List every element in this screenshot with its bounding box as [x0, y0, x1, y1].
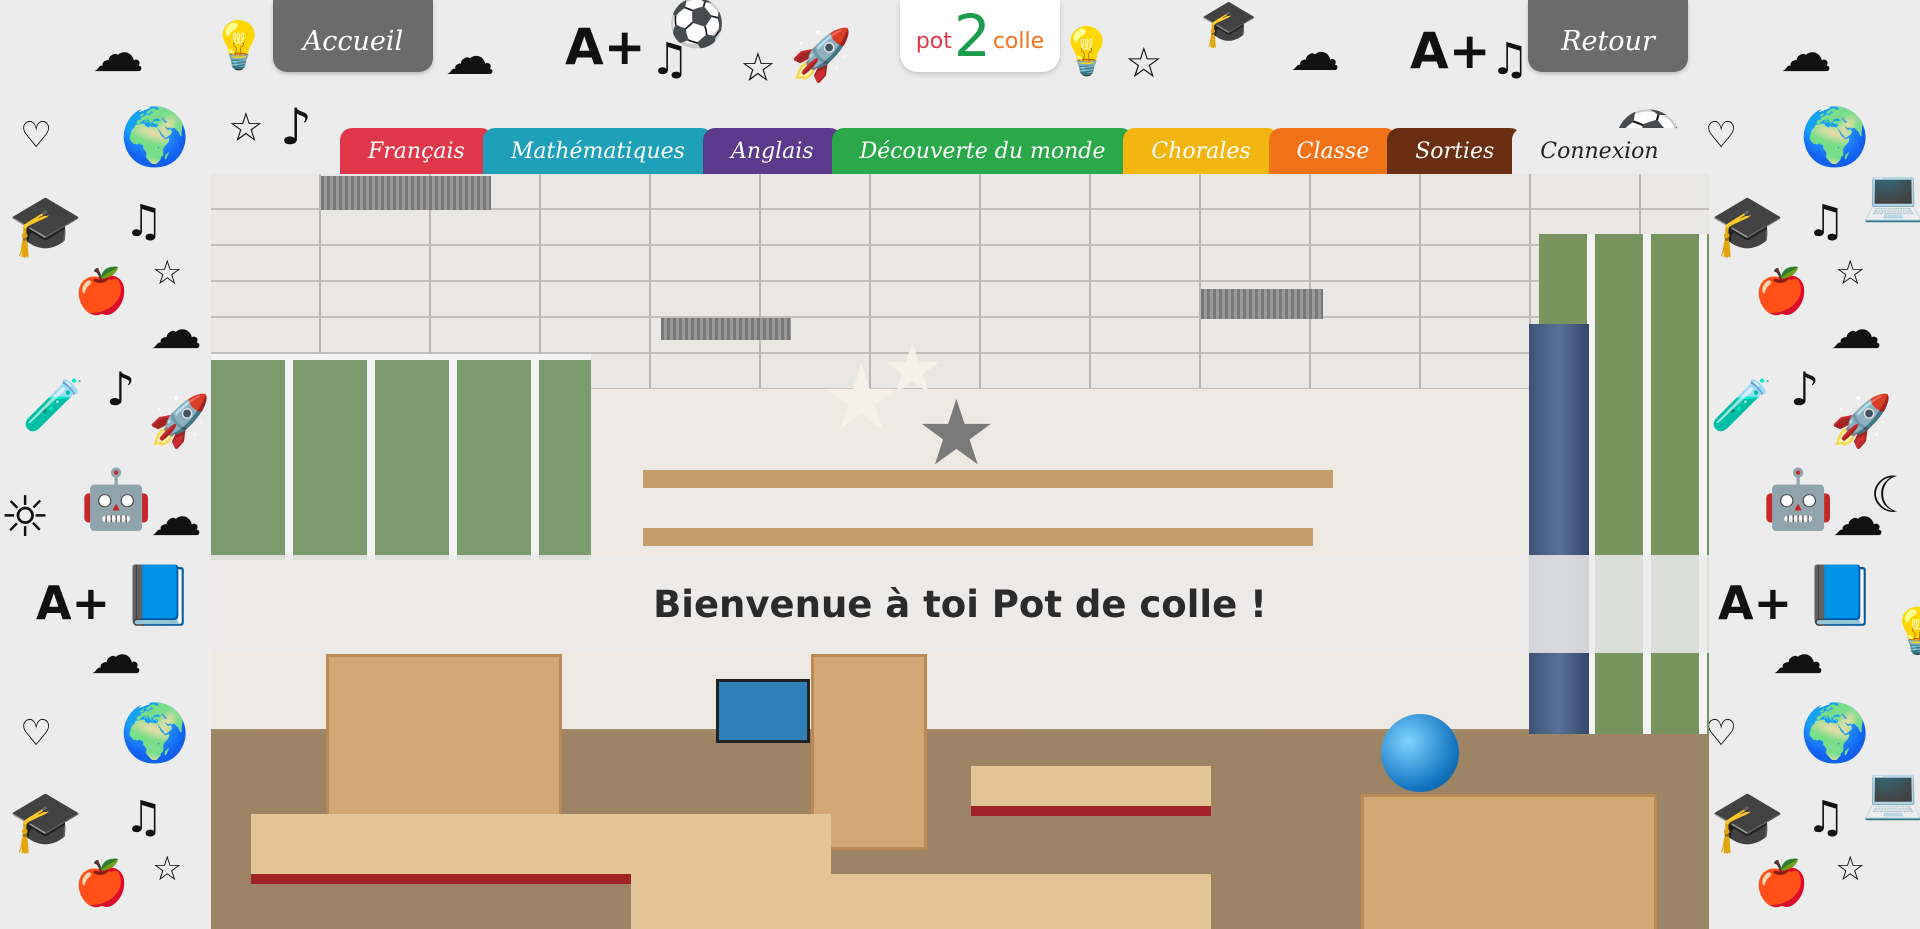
star-icon: ☆: [1835, 849, 1866, 889]
welcome-banner: Bienvenue à toi Pot de colle !: [211, 555, 1709, 653]
paper-star-icon: ★: [916, 381, 997, 486]
book-icon: 📘: [122, 561, 195, 629]
cloud-icon: ☁: [92, 24, 144, 84]
robot-icon: 🤖: [1762, 465, 1835, 533]
cloud-icon: ☁: [445, 28, 495, 86]
graduation-cap-icon: 🎓: [1710, 787, 1785, 857]
back-button[interactable]: Retour: [1528, 0, 1688, 72]
sun-icon: ☼: [0, 485, 51, 550]
tab-chorales[interactable]: Chorales: [1123, 128, 1279, 174]
star-icon: ☆: [152, 253, 183, 293]
star-icon: ☆: [1835, 253, 1866, 293]
tab-decouverte-du-monde[interactable]: Découverte du monde: [831, 128, 1134, 174]
classroom-photo: ★ ★ ★: [211, 174, 1709, 929]
graduation-cap-icon: 🎓: [8, 787, 83, 857]
soccer-ball-icon: ⚽: [668, 0, 726, 50]
tab-classe[interactable]: Classe: [1268, 128, 1398, 174]
apple-icon: 🍎: [74, 858, 129, 909]
home-button[interactable]: Accueil: [273, 0, 433, 72]
globe-icon: 🌍: [1800, 701, 1870, 766]
note-icon: ♪: [280, 98, 312, 156]
photo-shelf: [1361, 794, 1657, 929]
note-icon: ♫: [1490, 34, 1530, 85]
photo-window-left: [211, 354, 591, 560]
laptop-icon: 💻: [1862, 764, 1920, 822]
heart-icon: ♡: [1705, 115, 1738, 156]
logo-prefix: pot: [915, 28, 952, 54]
laptop-icon: 💻: [1862, 166, 1920, 224]
photo-table: [971, 766, 1211, 816]
tab-sorties[interactable]: Sorties: [1387, 128, 1523, 174]
lightbulb-icon: 💡: [1890, 606, 1920, 657]
rocket-icon: 🚀: [1830, 392, 1893, 450]
note-icon: ♪: [106, 362, 136, 416]
lightbulb-icon: 💡: [210, 18, 268, 72]
logo-suffix: colle: [992, 28, 1045, 54]
heart-icon: ♡: [1705, 713, 1738, 754]
cloud-icon: ☁: [150, 488, 202, 548]
graduation-cap-icon: 🎓: [8, 191, 83, 261]
a-plus-icon: A+: [1410, 22, 1491, 80]
apple-icon: 🍎: [1754, 266, 1809, 317]
note-icon: ♫: [1806, 196, 1846, 247]
tab-mathematiques[interactable]: Mathématiques: [482, 128, 713, 174]
photo-vent: [321, 176, 491, 210]
photo-cork-board: [643, 528, 1313, 546]
rocket-icon: 🚀: [790, 26, 853, 84]
rocket-icon: 🚀: [148, 392, 211, 450]
photo-vent: [661, 318, 791, 340]
note-icon: ♫: [124, 196, 164, 247]
apple-icon: 🍎: [1754, 858, 1809, 909]
globe-icon: 🌍: [1800, 105, 1870, 170]
tab-anglais[interactable]: Anglais: [702, 128, 842, 174]
a-plus-icon: A+: [36, 576, 111, 630]
photo-shelf: [326, 654, 562, 830]
logo[interactable]: pot 2 colle: [900, 0, 1060, 72]
globe-icon: [1381, 714, 1459, 792]
cloud-icon: ☁: [1780, 24, 1832, 84]
star-icon: ☆: [1125, 38, 1163, 87]
graduation-cap-icon: 🎓: [1710, 191, 1785, 261]
test-tubes-icon: 🧪: [1710, 376, 1773, 434]
note-icon: ♫: [1806, 792, 1846, 843]
star-icon: ☆: [740, 45, 776, 91]
cloud-icon: ☁: [1772, 626, 1824, 686]
cloud-icon: ☁: [150, 301, 202, 361]
photo-world-map: [716, 679, 810, 743]
cloud-icon: ☁: [1290, 24, 1340, 82]
note-icon: ♫: [124, 792, 164, 843]
star-icon: ☆: [152, 849, 183, 889]
heart-icon: ♡: [20, 713, 53, 754]
cloud-icon: ☁: [1832, 488, 1884, 548]
main-nav: Français Mathématiques Anglais Découvert…: [340, 128, 1687, 174]
cloud-icon: ☁: [1830, 301, 1882, 361]
photo-table: [631, 874, 1211, 929]
book-icon: 📘: [1804, 561, 1877, 629]
a-plus-icon: A+: [565, 18, 646, 76]
heart-icon: ♡: [20, 115, 53, 156]
welcome-title: Bienvenue à toi Pot de colle !: [653, 582, 1267, 626]
tab-francais[interactable]: Français: [340, 128, 493, 174]
apple-icon: 🍎: [74, 266, 129, 317]
lightbulb-icon: 💡: [1058, 24, 1116, 78]
a-plus-icon: A+: [1718, 576, 1793, 630]
test-tubes-icon: 🧪: [22, 376, 85, 434]
robot-icon: 🤖: [80, 465, 153, 533]
logo-number: 2: [953, 2, 991, 70]
globe-icon: 🌍: [120, 701, 190, 766]
cloud-icon: ☁: [90, 626, 142, 686]
tab-connexion[interactable]: Connexion: [1512, 128, 1687, 174]
star-icon: ☆: [228, 105, 264, 151]
globe-icon: 🌍: [120, 105, 190, 170]
note-icon: ♪: [1790, 362, 1820, 416]
photo-vent: [1201, 289, 1323, 319]
graduation-cap-icon: 🎓: [1200, 0, 1258, 50]
